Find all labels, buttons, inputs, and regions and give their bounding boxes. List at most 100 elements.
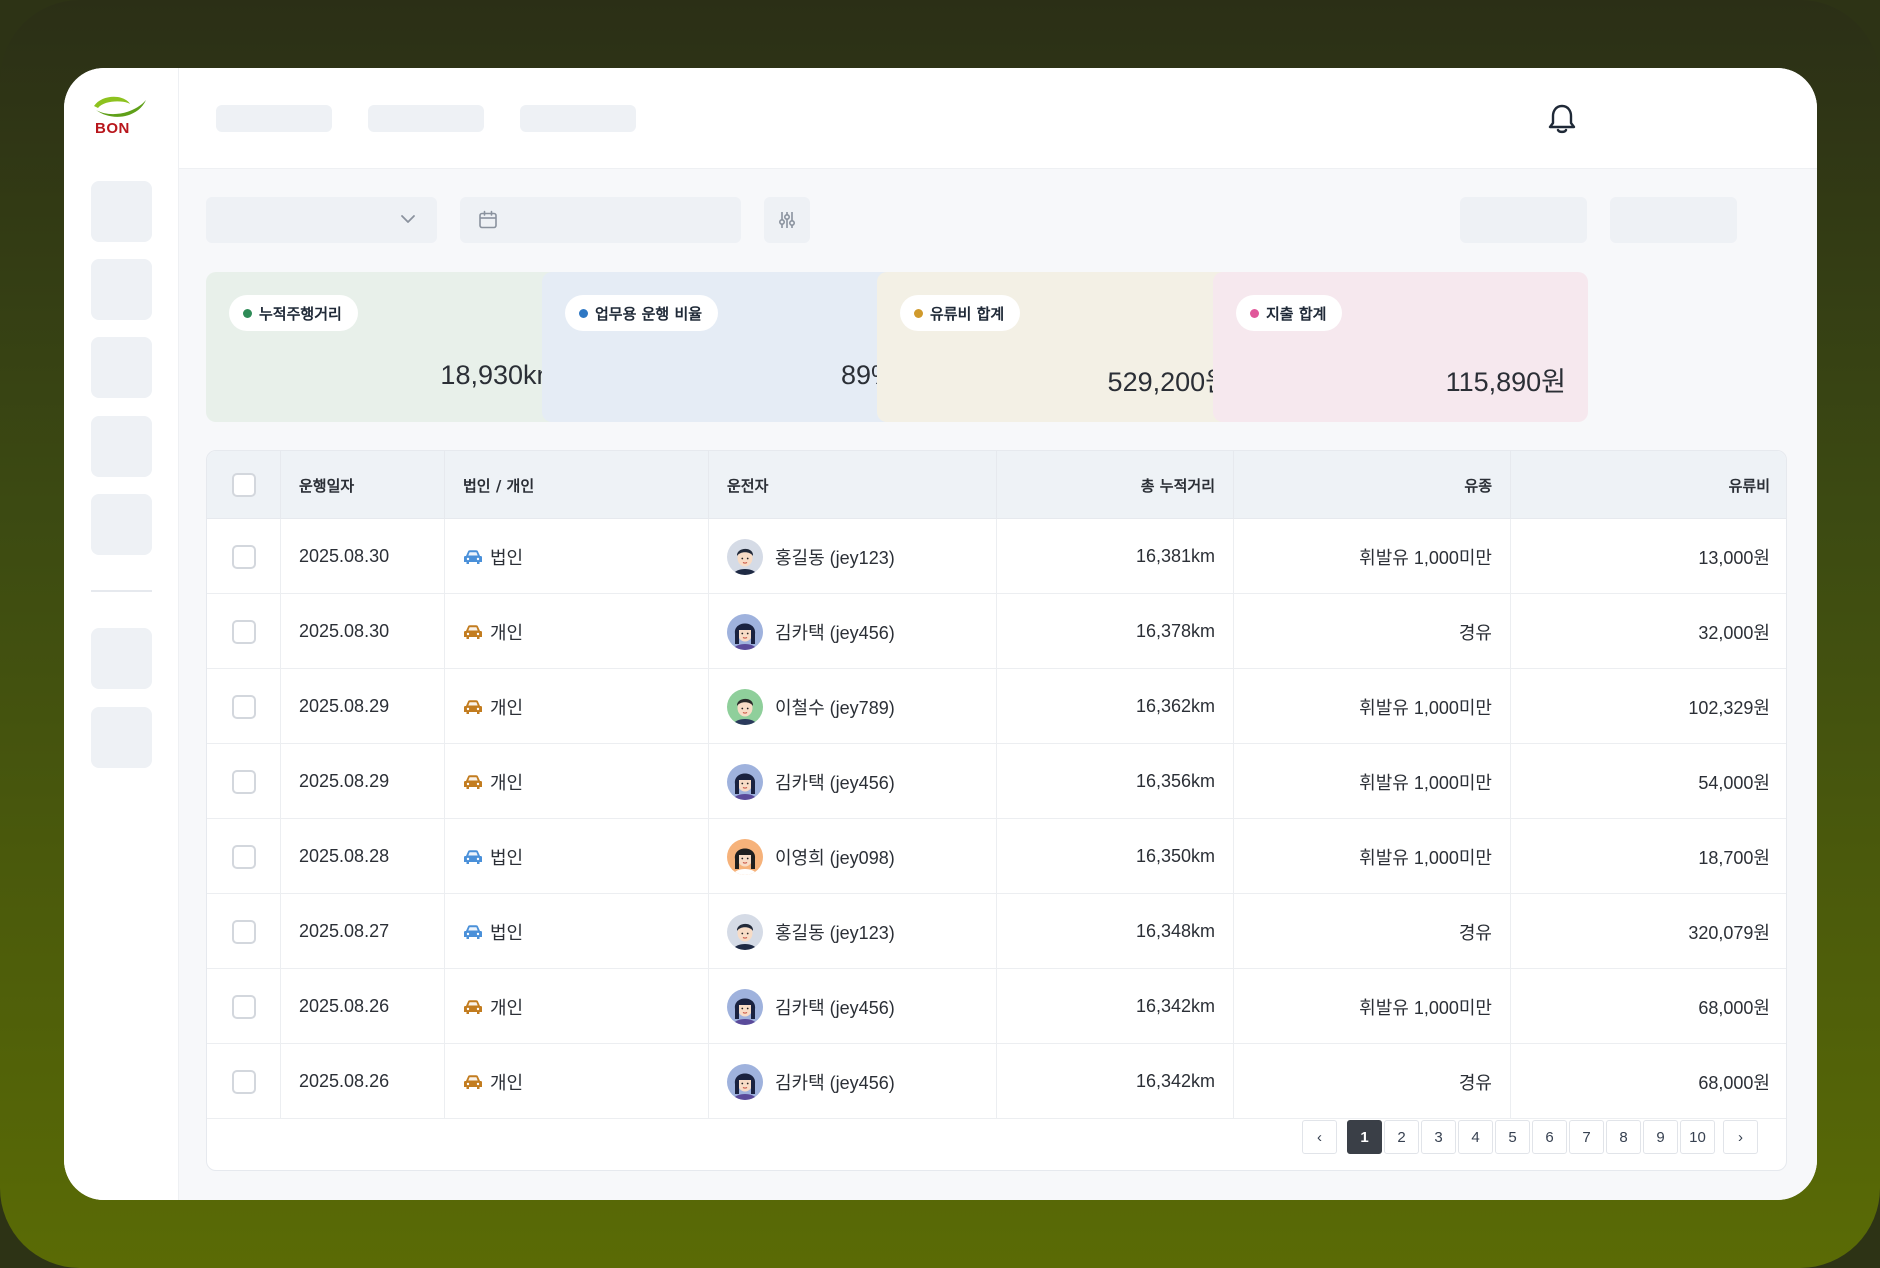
- table-row[interactable]: 2025.08.27 법인 홍길동 (jey123) 16,348km 경유 320,07…: [207, 894, 1786, 969]
- sidebar-item[interactable]: [91, 259, 152, 320]
- page-button[interactable]: 10: [1680, 1120, 1715, 1154]
- cell-type-label: 법인: [490, 847, 524, 868]
- stat-label-badge: 누적주행거리: [229, 295, 358, 331]
- page-button[interactable]: 2: [1384, 1120, 1419, 1154]
- row-checkbox[interactable]: [231, 844, 256, 869]
- page-button[interactable]: 1: [1347, 1120, 1382, 1154]
- nav-tab[interactable]: [368, 105, 484, 132]
- cell-distance: 16,362km: [997, 669, 1234, 744]
- table-row[interactable]: 2025.08.29 개인 이철수 (jey789) 16,362km 휘발유 1,00…: [207, 669, 1786, 744]
- row-checkbox[interactable]: [231, 694, 256, 719]
- row-checkbox-cell: [207, 819, 281, 894]
- cell-fuel: 경유: [1234, 894, 1511, 969]
- cell-distance: 16,381km: [997, 519, 1234, 594]
- driver-name: 김카택 (jey456): [775, 997, 895, 1018]
- sidebar-item[interactable]: [91, 416, 152, 477]
- page-button[interactable]: 8: [1606, 1120, 1641, 1154]
- row-checkbox-cell: [207, 519, 281, 594]
- cell-date: 2025.08.28: [281, 819, 445, 894]
- cell-date: 2025.08.29: [281, 744, 445, 819]
- filter-select[interactable]: [206, 197, 437, 243]
- toolbar-button[interactable]: [1460, 197, 1587, 243]
- cell-type: 개인: [445, 744, 709, 819]
- driver-avatar: [727, 988, 763, 1025]
- cell-driver: 김카택 (jey456): [709, 744, 997, 819]
- sidebar-item[interactable]: [91, 181, 152, 242]
- row-checkbox-cell: [207, 894, 281, 969]
- bell-icon[interactable]: [1547, 102, 1577, 134]
- brand-logo-text: BON: [95, 120, 130, 137]
- nav-tab[interactable]: [216, 105, 332, 132]
- select-all-checkbox[interactable]: [231, 473, 256, 497]
- page-button[interactable]: 9: [1643, 1120, 1678, 1154]
- page-button[interactable]: 6: [1532, 1120, 1567, 1154]
- table-header: 운행일자 법인 / 개인 운전자 총 누적거리 유종 유류비: [207, 451, 1786, 519]
- row-checkbox-cell: [207, 669, 281, 744]
- sidebar-item[interactable]: [91, 707, 152, 768]
- sidebar-item[interactable]: [91, 337, 152, 398]
- header-date[interactable]: 운행일자: [281, 451, 445, 519]
- stat-card: 유류비 합계 529,200원: [877, 272, 1252, 422]
- filter-button[interactable]: [764, 197, 810, 243]
- cell-type: 개인: [445, 594, 709, 669]
- cell-distance: 16,378km: [997, 594, 1234, 669]
- table-row[interactable]: 2025.08.29 개인 김카택 (jey456) 16,356km 휘발유 1,00…: [207, 744, 1786, 819]
- page-button[interactable]: 3: [1421, 1120, 1456, 1154]
- cell-driver: 김카택 (jey456): [709, 1044, 997, 1119]
- driver-name: 이철수 (jey789): [775, 697, 895, 718]
- cell-type: 개인: [445, 969, 709, 1044]
- sidebar-item[interactable]: [91, 628, 152, 689]
- table-row[interactable]: 2025.08.26 개인 김카택 (jey456) 16,342km 경유 68,000…: [207, 1044, 1786, 1119]
- cell-fuel: 경유: [1234, 594, 1511, 669]
- table-row[interactable]: 2025.08.30 개인 김카택 (jey456) 16,378km 경유 32,000…: [207, 594, 1786, 669]
- table-row[interactable]: 2025.08.30 법인 홍길동 (jey123) 16,381km 휘발유 1,00…: [207, 519, 1786, 594]
- cell-type: 법인: [445, 819, 709, 894]
- row-checkbox[interactable]: [231, 619, 256, 644]
- status-dot-icon: [1250, 308, 1259, 318]
- table-row[interactable]: 2025.08.28 법인 이영희 (jey098) 16,350km 휘발유 1,00…: [207, 819, 1786, 894]
- header-type[interactable]: 법인 / 개인: [445, 451, 709, 519]
- pagination: ‹ 1 2 3 4 5 6 7 8 9 10 ›: [1300, 1120, 1758, 1154]
- cell-type-label: 개인: [490, 772, 524, 793]
- cell-cost: 18,700원: [1698, 847, 1770, 868]
- row-checkbox[interactable]: [231, 1069, 256, 1094]
- cell-type-label: 법인: [490, 922, 524, 943]
- page-button[interactable]: 7: [1569, 1120, 1604, 1154]
- cell-type-label: 법인: [490, 547, 524, 568]
- sidebar-item[interactable]: [91, 494, 152, 555]
- cell-fuel: 휘발유 1,000미만: [1234, 819, 1511, 894]
- driver-avatar: [727, 538, 763, 575]
- row-checkbox-cell: [207, 1044, 281, 1119]
- stat-card: 누적주행거리 18,930km: [206, 272, 581, 422]
- stat-label: 지출 합계: [1266, 304, 1327, 323]
- nav-tab[interactable]: [520, 105, 636, 132]
- row-checkbox[interactable]: [231, 544, 256, 569]
- prev-page-button[interactable]: ‹: [1302, 1120, 1337, 1154]
- driver-avatar: [727, 688, 763, 725]
- cell-fuel: 경유: [1234, 1044, 1511, 1119]
- table-row[interactable]: 2025.08.26 개인 김카택 (jey456) 16,342km 휘발유 1,00…: [207, 969, 1786, 1044]
- car-icon: [464, 624, 482, 639]
- cell-cost: 68,000원: [1698, 997, 1770, 1018]
- header-driver[interactable]: 운전자: [709, 451, 997, 519]
- chevron-down-icon: [401, 215, 415, 223]
- date-range-picker[interactable]: [460, 197, 741, 243]
- header-distance[interactable]: 총 누적거리: [997, 451, 1234, 519]
- row-checkbox[interactable]: [231, 919, 256, 944]
- page-button[interactable]: 4: [1458, 1120, 1493, 1154]
- row-checkbox-cell: [207, 594, 281, 669]
- header-cost[interactable]: 유류비: [1511, 451, 1786, 519]
- car-icon: [464, 924, 482, 939]
- row-checkbox[interactable]: [231, 769, 256, 794]
- row-checkbox[interactable]: [231, 994, 256, 1019]
- page-button[interactable]: 5: [1495, 1120, 1530, 1154]
- cell-date: 2025.08.30: [281, 519, 445, 594]
- next-page-button[interactable]: ›: [1723, 1120, 1758, 1154]
- header-fuel[interactable]: 유종: [1234, 451, 1511, 519]
- cell-fuel: 휘발유 1,000미만: [1234, 519, 1511, 594]
- stat-label: 업무용 운행 비율: [595, 304, 703, 323]
- toolbar-button[interactable]: [1610, 197, 1737, 243]
- driver-name: 김카택 (jey456): [775, 622, 895, 643]
- cell-driver: 홍길동 (jey123): [709, 894, 997, 969]
- cell-driver: 이철수 (jey789): [709, 669, 997, 744]
